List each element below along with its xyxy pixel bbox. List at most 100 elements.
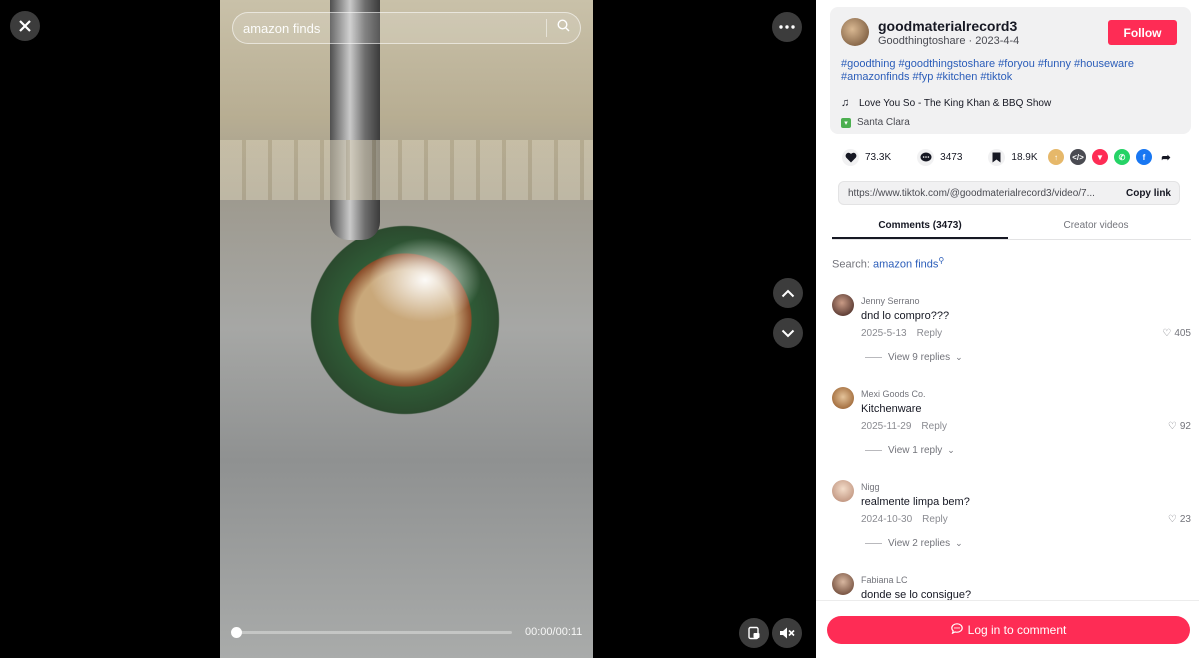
divider [865,450,882,451]
comment-meta: 2025-11-29 Reply [861,421,947,432]
search-divider [546,19,547,37]
close-icon [19,20,31,32]
friends-share-icon[interactable]: ↑ [1048,149,1064,165]
chevron-down-icon: ⌄ [955,352,963,362]
send-to-friends-icon[interactable]: ▼ [1092,149,1108,165]
comment-like-button[interactable]: ♡ 23 [1168,514,1191,525]
search-prefix: Search: [832,258,873,271]
close-button[interactable] [10,11,40,41]
save-count: 18.9K [1011,152,1038,163]
more-options-button[interactable] [772,12,802,42]
author-name[interactable]: goodmaterialrecord3 [878,18,1017,34]
floating-player-icon [748,626,760,640]
more-share-arrow-icon[interactable]: ➦ [1158,149,1174,165]
embed-code-icon[interactable]: </> [1070,149,1086,165]
author-avatar[interactable] [841,18,869,46]
whatsapp-icon[interactable]: ✆ [1114,149,1130,165]
comment-text: dnd lo compro??? [861,310,950,322]
comment-username[interactable]: Fabiana LC [861,575,908,585]
comment-text: Kitchenware [861,403,922,415]
share-options: ↑ </> ▼ ✆ f ➦ [1048,149,1180,165]
video-hashtags[interactable]: #goodthing #goodthingstoshare #foryou #f… [841,58,1161,84]
reply-button[interactable]: Reply [922,514,948,525]
view-replies-button[interactable]: View 9 replies ⌄ [865,352,963,363]
search-keyword: amazon finds [872,258,939,271]
comment-search-suggestion[interactable]: Search: amazon finds⚲ [832,256,944,271]
music-title: Love You So - The King Khan & BBQ Show [859,97,1052,109]
location-name: Santa Clara [857,117,910,128]
view-replies-button[interactable]: View 1 reply ⌄ [865,445,955,456]
view-replies-label: View 9 replies [888,352,951,363]
location-pin-icon: ▾ [841,117,851,128]
chevron-down-icon: ⌄ [947,445,955,455]
chevron-down-icon [781,329,795,337]
heart-outline-icon: ♡ [1162,328,1172,339]
view-replies-button[interactable]: View 2 replies ⌄ [865,538,963,549]
video-url: https://www.tiktok.com/@goodmaterialreco… [848,187,1095,199]
comment-date: 2024-10-30 [861,514,913,525]
divider [865,357,882,358]
comment-like-count: 92 [1179,421,1191,432]
chevron-up-icon [781,289,795,297]
comment-username[interactable]: Nigg [861,482,880,492]
video-frame[interactable] [220,0,593,658]
progress-handle[interactable] [231,627,242,638]
comment-date: 2025-5-13 [861,328,907,339]
comment-date: 2025-11-29 [861,421,912,432]
facebook-icon[interactable]: f [1136,149,1152,165]
location-link[interactable]: ▾ Santa Clara [841,117,910,128]
progress-bar[interactable] [231,627,512,638]
like-button[interactable]: 73.3K [842,149,891,166]
save-button[interactable]: 18.9K [988,149,1038,166]
login-label: Log in to comment [967,623,1067,637]
video-search-text: amazon finds [243,20,321,36]
follow-button[interactable]: Follow [1108,20,1177,45]
comment-like-button[interactable]: ♡ 92 [1168,421,1191,432]
search-icon[interactable] [557,19,570,37]
video-search-bar[interactable]: amazon finds [232,12,581,44]
video-player[interactable]: amazon finds 00:00/00:11 [0,0,816,658]
login-bar: Log in to comment [816,600,1199,658]
comment-like-count: 23 [1179,514,1191,525]
muted-speaker-icon [780,627,795,639]
avatar[interactable] [832,480,854,502]
view-replies-label: View 2 replies [888,538,951,549]
like-count: 73.3K [865,152,892,163]
comment-icon [917,149,935,166]
avatar[interactable] [832,387,854,409]
comment-count: 3473 [940,152,963,163]
author-card: goodmaterialrecord3 Goodthingtoshare · 2… [830,7,1191,134]
reply-button[interactable]: Reply [921,421,947,432]
comment-text: realmente limpa bem? [861,496,970,508]
comment-meta: 2024-10-30 Reply [861,514,948,525]
login-to-comment-button[interactable]: Log in to comment [827,616,1190,644]
details-panel: goodmaterialrecord3 Goodthingtoshare · 2… [816,0,1199,658]
bookmark-icon [988,149,1006,166]
more-icon [779,25,795,29]
next-video-button[interactable] [773,318,803,348]
avatar[interactable] [832,294,854,316]
comment-like-count: 405 [1174,328,1191,339]
music-note-icon: ♫ [841,97,850,109]
video-time: 00:00/00:11 [525,626,583,638]
comment-username[interactable]: Mexi Goods Co. [861,389,926,399]
tab-creator-videos[interactable]: Creator videos [1008,216,1184,239]
chevron-down-icon: ⌄ [955,538,963,548]
copy-link-button[interactable]: Copy link [1118,188,1179,199]
heart-outline-icon: ♡ [1167,514,1177,525]
tab-comments[interactable]: Comments (3473) [832,216,1008,239]
mute-button[interactable] [772,618,802,648]
reply-button[interactable]: Reply [917,328,943,339]
comment-button[interactable]: 3473 [917,149,962,166]
panel-tabs: Comments (3473) Creator videos [832,216,1191,240]
avatar[interactable] [832,573,854,595]
heart-icon [842,149,859,166]
chat-bubble-icon [950,623,963,637]
comment-username[interactable]: Jenny Serrano [861,296,920,306]
comment-like-button[interactable]: ♡ 405 [1162,328,1191,339]
music-link[interactable]: ♫ Love You So - The King Khan & BBQ Show [841,97,1051,109]
previous-video-button[interactable] [773,278,803,308]
comment-meta: 2025-5-13 Reply [861,328,942,339]
view-replies-label: View 1 reply [888,445,943,456]
floating-player-button[interactable] [739,618,769,648]
